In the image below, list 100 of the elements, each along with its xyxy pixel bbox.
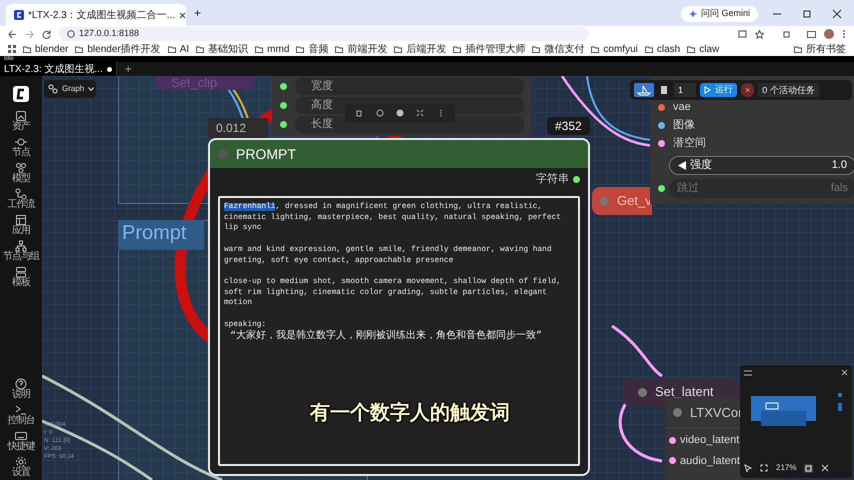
sparkle-icon [688, 10, 697, 18]
bookmark-folder[interactable]: 前端开发 [335, 42, 388, 56]
bookmark-folder[interactable]: comfyui [591, 42, 638, 56]
folder-icon [168, 46, 176, 52]
address-bar[interactable]: 127.0.0.1:8188 [59, 27, 589, 41]
input-label: 潜空间 [673, 136, 706, 151]
sidebar-item[interactable]: 设置 [12, 454, 30, 480]
sliders-icon[interactable] [744, 369, 752, 377]
sidebar-item[interactable]: 说明 [12, 376, 30, 402]
node-icon [15, 136, 27, 148]
bookmark-folder[interactable]: AI [168, 42, 190, 56]
node-title: LTXVCor [690, 404, 742, 422]
circle-icon[interactable] [376, 109, 384, 117]
reload-icon[interactable] [42, 30, 51, 38]
folder-icon [644, 46, 653, 52]
input-dot [669, 436, 676, 444]
queue-count-field[interactable]: 1 [674, 83, 696, 97]
cube-icon [15, 162, 27, 174]
decrement-icon [678, 161, 686, 170]
sidebar-item[interactable]: 节点 [12, 134, 30, 160]
sidebar-item[interactable]: 快捷键 [8, 428, 34, 454]
template-icon [15, 266, 27, 278]
folder-icon [532, 46, 540, 52]
sidebar-item[interactable]: 控制台 [8, 402, 34, 428]
close-icon[interactable] [841, 369, 848, 376]
dot-icon[interactable] [396, 109, 404, 117]
input-dot [658, 185, 665, 192]
input-label: vae [673, 100, 691, 115]
sidebar-item[interactable]: 资产 [12, 108, 30, 134]
panel-icon[interactable] [658, 84, 670, 96]
sidebar-item[interactable]: 工作流 [8, 186, 34, 212]
folder-icon [794, 46, 802, 52]
all-bookmarks-folder[interactable]: 所有书签 [794, 42, 846, 56]
sidebar-item[interactable]: 应用 [12, 212, 30, 238]
back-icon[interactable] [8, 30, 17, 38]
input-dot [280, 102, 287, 109]
widget-field[interactable]: 强度 1.0 [669, 156, 854, 175]
input-dot [280, 83, 287, 90]
new-tab-button[interactable]: + [194, 4, 202, 22]
play-icon [704, 86, 711, 94]
close-icon [179, 12, 186, 18]
bookmark-folder[interactable]: blender [23, 42, 68, 56]
close-icon[interactable] [832, 9, 842, 19]
bookmark-folder[interactable]: blender插件开发 [75, 42, 161, 56]
sidebar-item[interactable]: 模板 [12, 264, 30, 290]
bookmark-folder[interactable]: mmd [255, 42, 290, 56]
image-icon [15, 110, 27, 122]
minimap-icon[interactable] [804, 464, 814, 472]
comfy-logo-icon[interactable] [13, 86, 29, 102]
input-dot [669, 457, 676, 464]
bookmark-folder[interactable]: 后端开发 [394, 42, 446, 56]
avatar-icon[interactable] [824, 29, 834, 39]
node-dot [638, 388, 647, 396]
app-logo-icon [14, 10, 24, 20]
browser-tab[interactable]: *LTX-2.3：文成图生视频二合一... [6, 4, 186, 26]
output-dot [573, 176, 580, 182]
bookmark-folder[interactable]: 插件管理大师 [453, 42, 526, 56]
folder-icon [23, 46, 31, 52]
bookmark-folder[interactable]: 基础知识 [196, 42, 248, 56]
apps-grid-icon[interactable] [8, 45, 16, 53]
widget-field[interactable]: 宽度 [295, 78, 524, 95]
flow-icon [48, 84, 58, 94]
output-label: 字符串 [536, 172, 569, 187]
flow-icon [15, 188, 27, 200]
active-tasks-label[interactable]: 0 个活动任务 [758, 83, 819, 97]
bookmark-folder[interactable]: claw [687, 42, 720, 56]
expand-icon[interactable] [416, 109, 424, 117]
run-button[interactable]: 运行 [700, 83, 737, 97]
graph-mode-dropdown[interactable]: Graph [44, 80, 96, 98]
workflow-tab[interactable]: LTX-2.3: 文成图生视... [0, 62, 117, 76]
fit-view-icon[interactable] [760, 464, 768, 472]
prompt-node[interactable] [208, 138, 590, 476]
ship-icon[interactable] [634, 83, 654, 97]
folder-icon [255, 46, 264, 52]
subtitle-caption: 有一个数字人的触发词 [310, 400, 510, 426]
more-icon[interactable] [842, 29, 846, 39]
terminal-icon [15, 404, 27, 416]
sidebar-item[interactable]: 模型 [12, 160, 30, 186]
cancel-button[interactable]: × [741, 83, 754, 97]
input-label: video_latent [680, 433, 740, 448]
bookmark-star-icon[interactable] [755, 30, 764, 38]
value-label: 0.012 [208, 118, 268, 138]
layout-icon [15, 214, 27, 226]
node-id-badge: #352 [547, 117, 590, 135]
gemini-button[interactable]: 问问 Gemini [680, 6, 758, 22]
bookmark-folder[interactable]: 微信支付 [532, 42, 584, 56]
bookmark-folder[interactable]: clash [644, 42, 680, 56]
pointer-icon[interactable] [744, 464, 752, 472]
sidebar-item[interactable]: 节点与组 [3, 238, 39, 264]
keyboard-icon [15, 430, 27, 442]
new-tab-button[interactable]: + [116, 60, 140, 78]
unsaved-dot-icon [106, 66, 112, 72]
folder-icon [453, 46, 462, 52]
caret-icon [88, 87, 94, 91]
folder-icon [687, 46, 696, 52]
restore-icon[interactable] [802, 9, 812, 19]
folder-icon [296, 46, 304, 52]
help-icon [15, 378, 27, 390]
bookmark-folder[interactable]: 音频 [296, 42, 328, 56]
group-title: Prompt [118, 220, 204, 250]
